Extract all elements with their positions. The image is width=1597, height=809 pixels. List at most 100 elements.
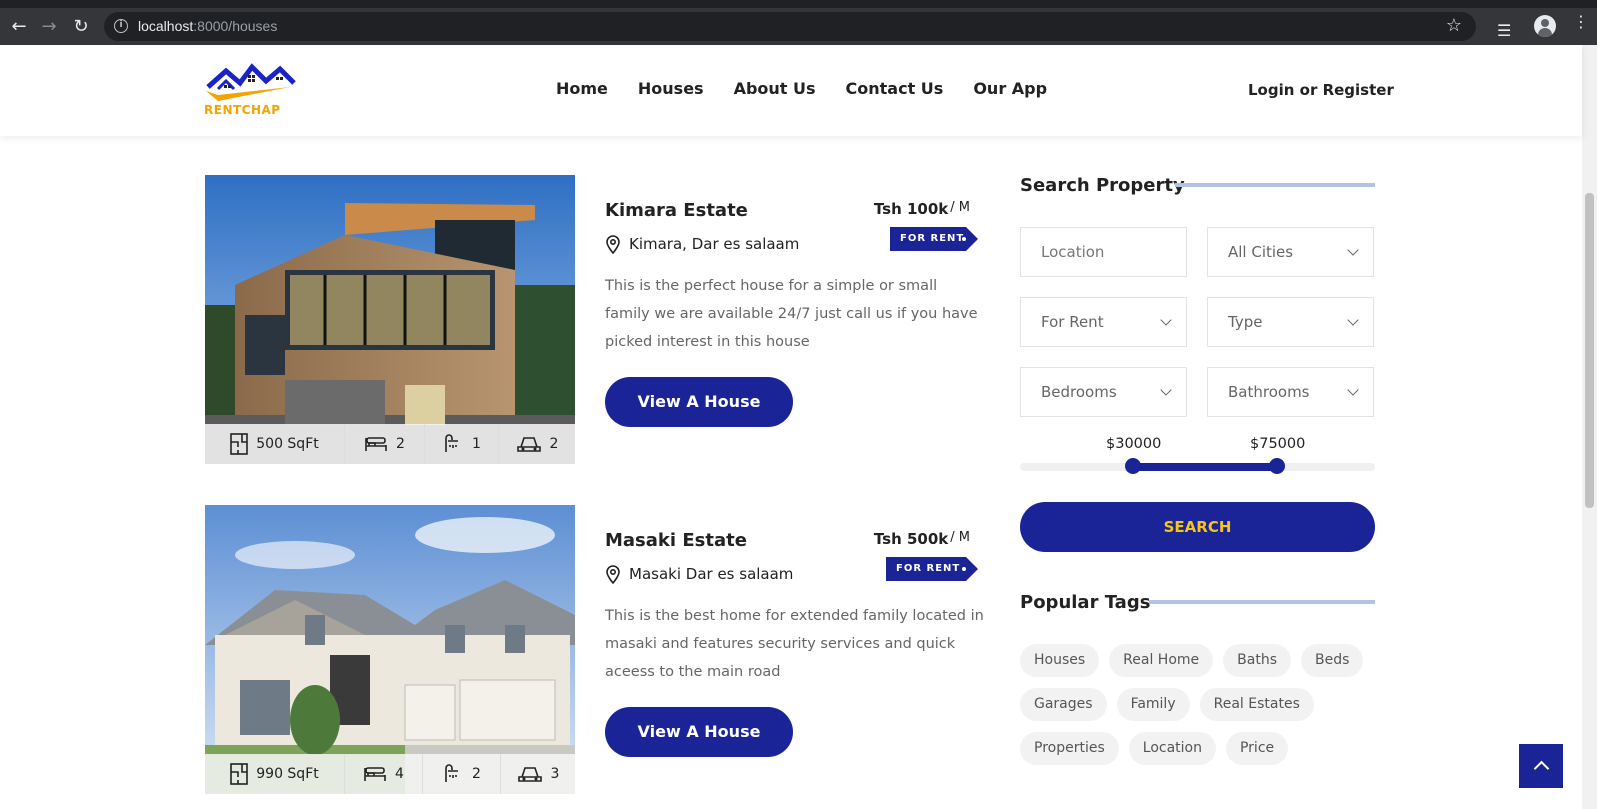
- listing-title[interactable]: Kimara Estate: [605, 200, 748, 221]
- scrollbar-thumb[interactable]: [1585, 193, 1594, 508]
- price-range-slider[interactable]: [1020, 463, 1375, 471]
- tag-price[interactable]: Price: [1225, 732, 1289, 765]
- beds-value: 4: [395, 766, 404, 782]
- site-header: RENTCHAP Home Houses About Us Contact Us…: [0, 45, 1582, 136]
- garages-value: 3: [550, 766, 560, 782]
- floor-plan-icon: [230, 433, 249, 455]
- listing-stats-bar: 990 SqFt 4 2 3: [205, 754, 575, 794]
- nav-contact-us[interactable]: Contact Us: [846, 79, 944, 98]
- for-rent-tag: FOR RENT: [886, 557, 978, 581]
- back-arrow-icon[interactable]: ←: [8, 16, 30, 38]
- heading-divider: [1175, 183, 1375, 187]
- garage-stat: 2: [499, 424, 575, 464]
- site-info-icon[interactable]: i: [114, 19, 128, 33]
- location-text: Kimara, Dar es salaam: [629, 235, 800, 253]
- heading-divider: [1149, 600, 1375, 604]
- tag-baths[interactable]: Baths: [1223, 644, 1291, 677]
- suburban-house-image: [205, 505, 575, 794]
- nav-home[interactable]: Home: [556, 79, 608, 98]
- chevron-down-icon: [1347, 384, 1359, 396]
- browser-tab-strip: [0, 0, 1597, 8]
- garages-value: 2: [549, 436, 559, 452]
- beds-stat: 4: [345, 754, 423, 794]
- baths-stat: 2: [423, 754, 501, 794]
- status-select[interactable]: For Rent: [1020, 297, 1187, 347]
- min-price-handle[interactable]: [1125, 458, 1141, 474]
- forward-arrow-icon[interactable]: →: [38, 16, 60, 38]
- area-stat: 500 SqFt: [205, 424, 345, 464]
- tag-houses[interactable]: Houses: [1020, 644, 1100, 677]
- nav-our-app[interactable]: Our App: [973, 79, 1047, 98]
- kebab-menu-icon[interactable]: ⋮: [1573, 14, 1589, 30]
- house-roof-logo-icon: [206, 63, 296, 101]
- nav-houses[interactable]: Houses: [638, 79, 704, 98]
- max-price-label: $75000: [1250, 436, 1306, 452]
- bed-icon: [364, 767, 386, 781]
- location-text: Masaki Dar es salaam: [629, 565, 794, 583]
- house-photo[interactable]: 500 SqFt 2 1 2: [205, 175, 575, 464]
- address-bar[interactable]: i localhost:8000/houses ☆: [104, 12, 1476, 41]
- listing-card: 500 SqFt 2 1 2 Kimara Estate Tsh 100k / M…: [205, 175, 980, 464]
- price-range-fill: [1133, 463, 1277, 471]
- beds-stat: 2: [345, 424, 425, 464]
- url-text[interactable]: localhost:8000/houses: [138, 18, 277, 34]
- view-house-button[interactable]: View A House: [605, 377, 793, 427]
- garage-stat: 3: [501, 754, 575, 794]
- tag-real-estates[interactable]: Real Estates: [1199, 688, 1314, 721]
- car-icon: [517, 767, 542, 782]
- map-pin-icon: [606, 565, 620, 584]
- listing-location: Kimara, Dar es salaam: [605, 234, 799, 254]
- bookmark-star-icon[interactable]: ☆: [1446, 15, 1462, 36]
- modern-house-image: [205, 175, 575, 464]
- tag-cloud: Houses Real Home Baths Beds Garages Fami…: [1020, 644, 1380, 776]
- tag-beds[interactable]: Beds: [1301, 644, 1364, 677]
- baths-value: 1: [472, 436, 481, 452]
- shower-icon: [445, 764, 459, 782]
- max-price-handle[interactable]: [1269, 458, 1285, 474]
- location-input[interactable]: Location: [1020, 227, 1187, 277]
- chevron-down-icon: [1160, 314, 1172, 326]
- area-stat: 990 SqFt: [205, 754, 345, 794]
- floor-plan-icon: [230, 763, 249, 785]
- area-value: 500 SqFt: [256, 436, 319, 452]
- bed-icon: [365, 437, 387, 451]
- scroll-to-top-button[interactable]: [1519, 744, 1563, 788]
- media-queue-icon[interactable]: ☰: [1497, 21, 1511, 40]
- view-house-button[interactable]: View A House: [605, 707, 793, 757]
- listing-price: Tsh 100k / M: [873, 200, 970, 218]
- popular-tags-heading: Popular Tags: [1020, 592, 1151, 613]
- rentchap-logo[interactable]: RENTCHAP: [204, 59, 304, 119]
- login-register-link[interactable]: Login or Register: [1248, 81, 1394, 99]
- area-value: 990 SqFt: [256, 766, 319, 782]
- search-property-heading: Search Property: [1020, 175, 1185, 196]
- chevron-down-icon: [1347, 314, 1359, 326]
- tag-garages[interactable]: Garages: [1020, 688, 1107, 721]
- browser-toolbar: ← → ↻ i localhost:8000/houses ☆ ☰ ⋮: [0, 8, 1597, 45]
- bathrooms-select[interactable]: Bathrooms: [1207, 367, 1374, 417]
- tag-real-home[interactable]: Real Home: [1109, 644, 1214, 677]
- chevron-down-icon: [1160, 384, 1172, 396]
- listing-stats-bar: 500 SqFt 2 1 2: [205, 424, 575, 464]
- listing-location: Masaki Dar es salaam: [605, 564, 793, 584]
- for-rent-tag: FOR RENT: [890, 227, 978, 251]
- type-select[interactable]: Type: [1207, 297, 1374, 347]
- bedrooms-select[interactable]: Bedrooms: [1020, 367, 1187, 417]
- min-price-label: $30000: [1106, 436, 1162, 452]
- listing-description: This is the best home for extended famil…: [605, 608, 984, 680]
- map-pin-icon: [606, 235, 620, 254]
- listing-description: This is the perfect house for a simple o…: [605, 278, 978, 350]
- city-select[interactable]: All Cities: [1207, 227, 1374, 277]
- search-button[interactable]: SEARCH: [1020, 502, 1375, 552]
- reload-icon[interactable]: ↻: [70, 16, 92, 38]
- logo-text: RENTCHAP: [204, 103, 281, 117]
- tag-family[interactable]: Family: [1116, 688, 1190, 721]
- nav-about-us[interactable]: About Us: [734, 79, 816, 98]
- house-photo[interactable]: 990 SqFt 4 2 3: [205, 505, 575, 794]
- listing-title[interactable]: Masaki Estate: [605, 530, 747, 551]
- profile-avatar-icon[interactable]: [1534, 15, 1556, 37]
- beds-value: 2: [396, 436, 405, 452]
- tag-location[interactable]: Location: [1128, 732, 1216, 765]
- baths-stat: 1: [425, 424, 499, 464]
- tag-properties[interactable]: Properties: [1020, 732, 1119, 765]
- listing-card: 990 SqFt 4 2 3 Masaki Estate Tsh 500k / M…: [205, 505, 984, 794]
